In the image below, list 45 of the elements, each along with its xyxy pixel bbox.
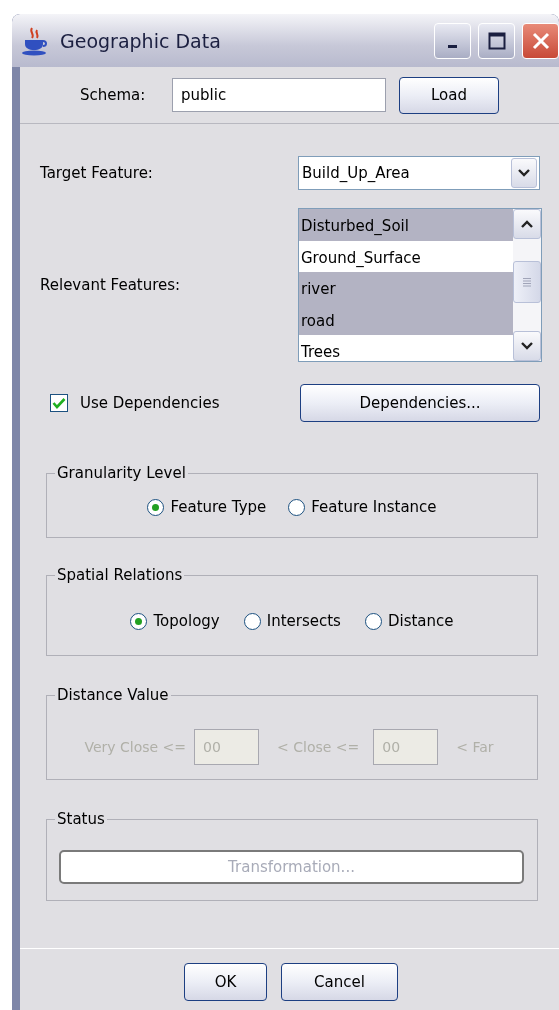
scroll-up-icon (520, 219, 534, 229)
dialog-button[interactable]: Cancel (281, 963, 398, 1001)
minimize-icon (448, 45, 457, 48)
load-button[interactable]: Load (399, 76, 499, 114)
maximize-icon (487, 31, 506, 50)
group-title: Spatial Relations (56, 566, 184, 584)
distance-label: < Far (456, 739, 494, 755)
radio-label: Topology (153, 612, 220, 630)
maximize-button[interactable] (478, 22, 515, 59)
list-item[interactable]: road (299, 303, 513, 335)
scroll-thumb[interactable] (513, 261, 541, 303)
relevant-features-label: Relevant Features: (40, 276, 182, 294)
radio-button[interactable] (243, 612, 261, 630)
group-title: Status (56, 810, 106, 828)
grip-icon (522, 277, 532, 287)
radio-button[interactable] (147, 498, 165, 516)
distance-label: Very Close <= (84, 739, 187, 755)
checkbox[interactable] (50, 394, 68, 412)
window-title: Geographic Data (60, 29, 222, 52)
distance-label: < Close <= (277, 739, 360, 755)
target-feature-label: Target Feature: (40, 164, 154, 182)
checkbox-label: Use Dependencies (80, 394, 220, 412)
dialog-button[interactable]: OK (184, 963, 267, 1001)
close-icon (531, 31, 550, 50)
scrollbar[interactable] (513, 209, 541, 361)
radio-label: Distance (387, 612, 454, 630)
cup-icon (20, 25, 50, 56)
dependencies-button[interactable]: Dependencies... (300, 384, 540, 422)
checkmark-icon (52, 397, 66, 409)
close-button[interactable] (522, 22, 559, 59)
radio-button[interactable] (288, 498, 306, 516)
radio-button[interactable] (130, 612, 148, 630)
radio-button[interactable] (364, 612, 382, 630)
list-item[interactable]: river (299, 272, 513, 304)
radio-label: Feature Instance (311, 498, 437, 516)
group-title: Distance Value (56, 686, 170, 704)
target-feature-dropdown[interactable]: Build_Up_Area (298, 156, 540, 190)
list-item[interactable]: Disturbed_Soil (299, 209, 513, 241)
radio-label: Intersects (266, 612, 341, 630)
schema-field[interactable]: public (172, 78, 386, 112)
group-title: Granularity Level (56, 464, 187, 482)
radio-label: Feature Type (170, 498, 267, 516)
schema-label: Schema: (80, 86, 147, 104)
scroll-down-icon (520, 341, 534, 351)
status-text: Transformation... (228, 858, 355, 876)
